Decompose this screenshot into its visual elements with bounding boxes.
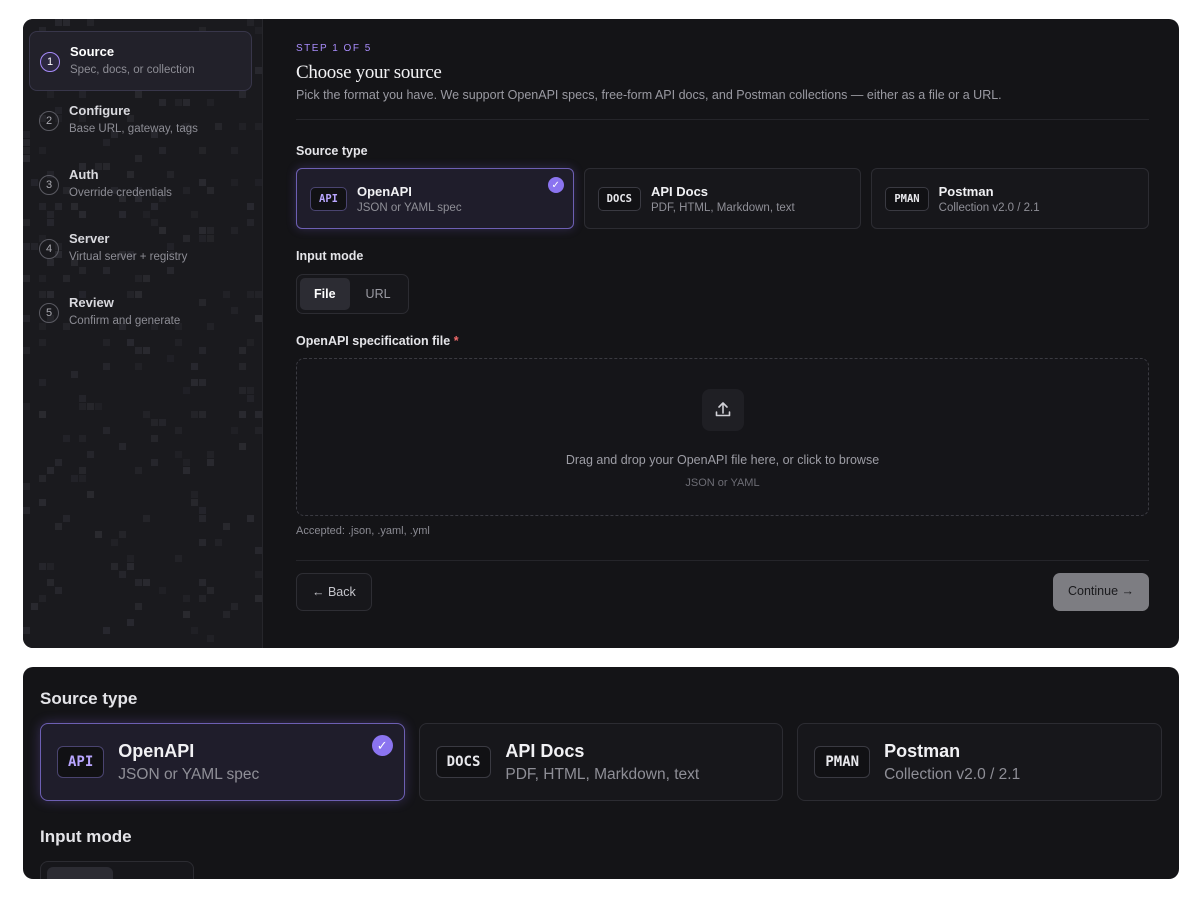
step-item-server[interactable]: 4 Server Virtual server + registry <box>29 219 252 283</box>
back-button[interactable]: ← Back <box>296 573 372 611</box>
docs-badge-icon: DOCS <box>597 186 641 211</box>
step-number: 5 <box>39 303 59 323</box>
source-option-api-docs[interactable]: DOCS API Docs PDF, HTML, Markdown, text <box>418 723 784 801</box>
source-option-title: Postman <box>938 183 994 199</box>
page-title: Choose your source <box>296 62 442 83</box>
source-option-postman[interactable]: PMAN Postman Collection v2.0 / 2.1 <box>871 168 1150 229</box>
divider <box>296 560 1149 561</box>
step-number: 4 <box>39 239 59 259</box>
accepted-formats: Accepted: .json, .yaml, .yml <box>296 525 430 537</box>
file-field-label-text: OpenAPI specification file <box>296 334 451 348</box>
source-option-title: API Docs <box>650 183 709 199</box>
source-type-label: Source type <box>40 689 138 708</box>
source-option-subtitle: Collection v2.0 / 2.1 <box>938 201 1040 214</box>
source-type-options: API OpenAPI JSON or YAML spec ✓ DOCS API… <box>40 723 1163 801</box>
source-type-options: API OpenAPI JSON or YAML spec ✓ DOCS API… <box>296 168 1150 229</box>
divider <box>296 119 1149 120</box>
step-title: Configure <box>69 103 131 118</box>
step-item-source[interactable]: 1 Source Spec, docs, or collection <box>29 31 252 91</box>
step-item-auth[interactable]: 3 Auth Override credentials <box>29 155 252 219</box>
continue-button[interactable]: Continue → <box>1052 573 1149 611</box>
source-option-title: API Docs <box>505 740 585 761</box>
step-title: Source <box>70 44 115 59</box>
source-option-openapi[interactable]: API OpenAPI JSON or YAML spec ✓ <box>40 723 405 801</box>
wizard-sidebar: 1 Source Spec, docs, or collection 2 Con… <box>23 19 263 648</box>
check-icon: ✓ <box>547 177 564 193</box>
upload-icon <box>701 389 744 431</box>
api-badge-icon: API <box>310 186 347 211</box>
step-item-configure[interactable]: 2 Configure Base URL, gateway, tags <box>29 91 252 155</box>
wizard-footer: ← Back Continue → <box>296 573 1149 611</box>
source-option-title: OpenAPI <box>356 183 412 199</box>
postman-badge-icon: PMAN <box>814 746 871 778</box>
step-number: 3 <box>39 175 59 195</box>
api-badge-icon: API <box>57 746 105 778</box>
input-mode-label: Input mode <box>40 827 132 846</box>
source-option-openapi[interactable]: API OpenAPI JSON or YAML spec ✓ <box>296 168 574 229</box>
file-dropzone[interactable]: Drag and drop your OpenAPI file here, or… <box>296 358 1149 516</box>
source-option-subtitle: PDF, HTML, Markdown, text <box>505 765 700 783</box>
step-subtitle: Base URL, gateway, tags <box>69 123 198 135</box>
dropzone-text: Drag and drop your OpenAPI file here, or… <box>565 453 880 467</box>
step-list: 1 Source Spec, docs, or collection 2 Con… <box>23 19 262 347</box>
input-mode-toggle[interactable] <box>40 861 194 879</box>
input-mode-label: Input mode <box>296 249 364 263</box>
source-option-subtitle: JSON or YAML spec <box>356 201 462 214</box>
source-option-title: OpenAPI <box>118 740 195 761</box>
step-item-review[interactable]: 5 Review Confirm and generate <box>29 283 252 347</box>
source-type-label: Source type <box>296 144 368 158</box>
step-subtitle: Spec, docs, or collection <box>70 64 195 76</box>
source-option-subtitle: PDF, HTML, Markdown, text <box>650 201 795 214</box>
input-mode-toggle: File URL <box>296 274 409 314</box>
step-title: Review <box>69 295 114 310</box>
step-subtitle: Override credentials <box>69 187 172 199</box>
docs-badge-icon: DOCS <box>435 746 492 778</box>
zoomed-detail-panel: Source type API OpenAPI JSON or YAML spe… <box>23 667 1179 879</box>
wizard-content: STEP 1 OF 5 Choose your source Pick the … <box>263 19 1179 648</box>
page-description: Pick the format you have. We support Ope… <box>296 88 1002 102</box>
file-field-label: OpenAPI specification file * <box>296 334 1149 348</box>
step-title: Auth <box>69 167 99 182</box>
step-title: Server <box>69 231 110 246</box>
required-marker: * <box>453 334 459 348</box>
source-option-subtitle: Collection v2.0 / 2.1 <box>884 765 1021 783</box>
mode-url-button[interactable]: URL <box>352 278 405 310</box>
source-option-title: Postman <box>884 740 961 761</box>
source-option-postman[interactable]: PMAN Postman Collection v2.0 / 2.1 <box>797 723 1163 801</box>
wizard-panel: 1 Source Spec, docs, or collection 2 Con… <box>23 19 1179 648</box>
step-number: 2 <box>39 111 59 131</box>
mode-file-button[interactable] <box>47 867 113 879</box>
postman-badge-icon: PMAN <box>885 186 929 211</box>
step-subtitle: Virtual server + registry <box>69 251 188 263</box>
mode-file-button[interactable]: File <box>300 278 350 310</box>
source-option-subtitle: JSON or YAML spec <box>118 765 260 783</box>
dropzone-subtext: JSON or YAML <box>685 477 760 489</box>
step-indicator: STEP 1 OF 5 <box>296 43 372 54</box>
step-number: 1 <box>40 52 60 72</box>
step-subtitle: Confirm and generate <box>69 315 181 327</box>
source-option-api-docs[interactable]: DOCS API Docs PDF, HTML, Markdown, text <box>583 168 862 229</box>
check-icon: ✓ <box>371 735 393 756</box>
